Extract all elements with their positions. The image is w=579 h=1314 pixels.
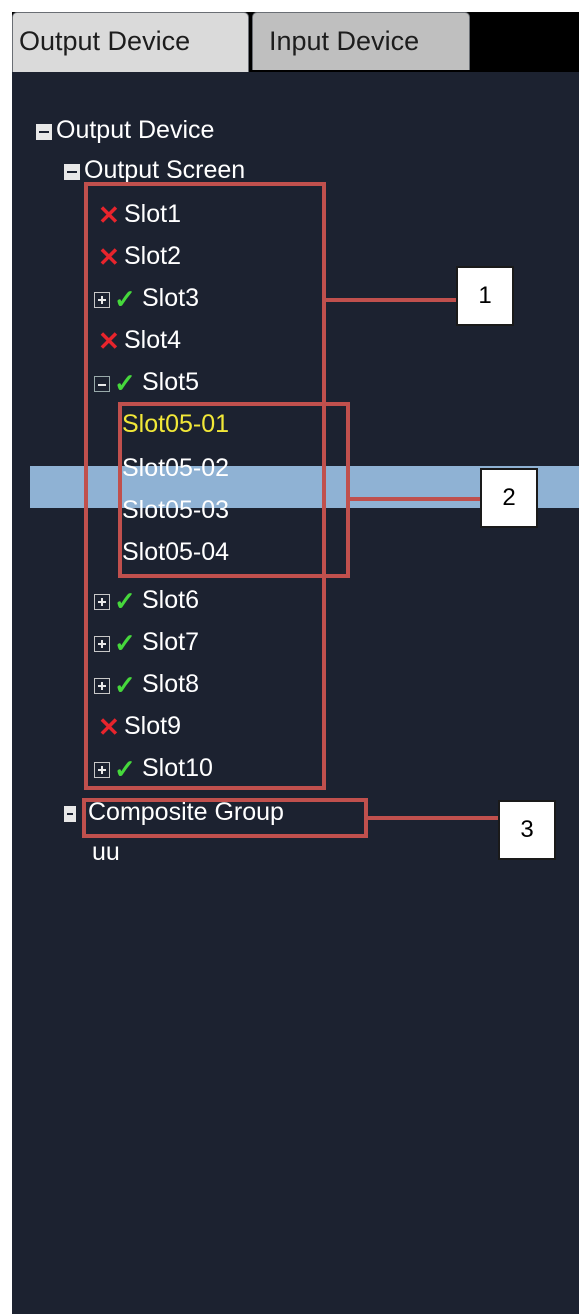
tab-output-device[interactable]: Output Device (12, 12, 249, 72)
annotation-leader-2 (350, 497, 482, 501)
annotation-callout-2: 2 (480, 468, 538, 528)
tab-input-device[interactable]: Input Device (252, 12, 470, 70)
annotation-box-slot5-children (118, 402, 350, 578)
annotation-leader-1 (326, 298, 458, 302)
minus-box-icon[interactable] (36, 124, 52, 140)
annotation-callout-3: 3 (498, 800, 556, 860)
tab-bar: Output Device Input Device (12, 12, 579, 72)
annotation-leader-3 (368, 816, 500, 820)
minus-box-icon[interactable] (64, 806, 76, 822)
annotation-box-composite (82, 798, 368, 838)
annotation-callout-1: 1 (456, 266, 514, 326)
minus-box-icon[interactable] (64, 164, 80, 180)
